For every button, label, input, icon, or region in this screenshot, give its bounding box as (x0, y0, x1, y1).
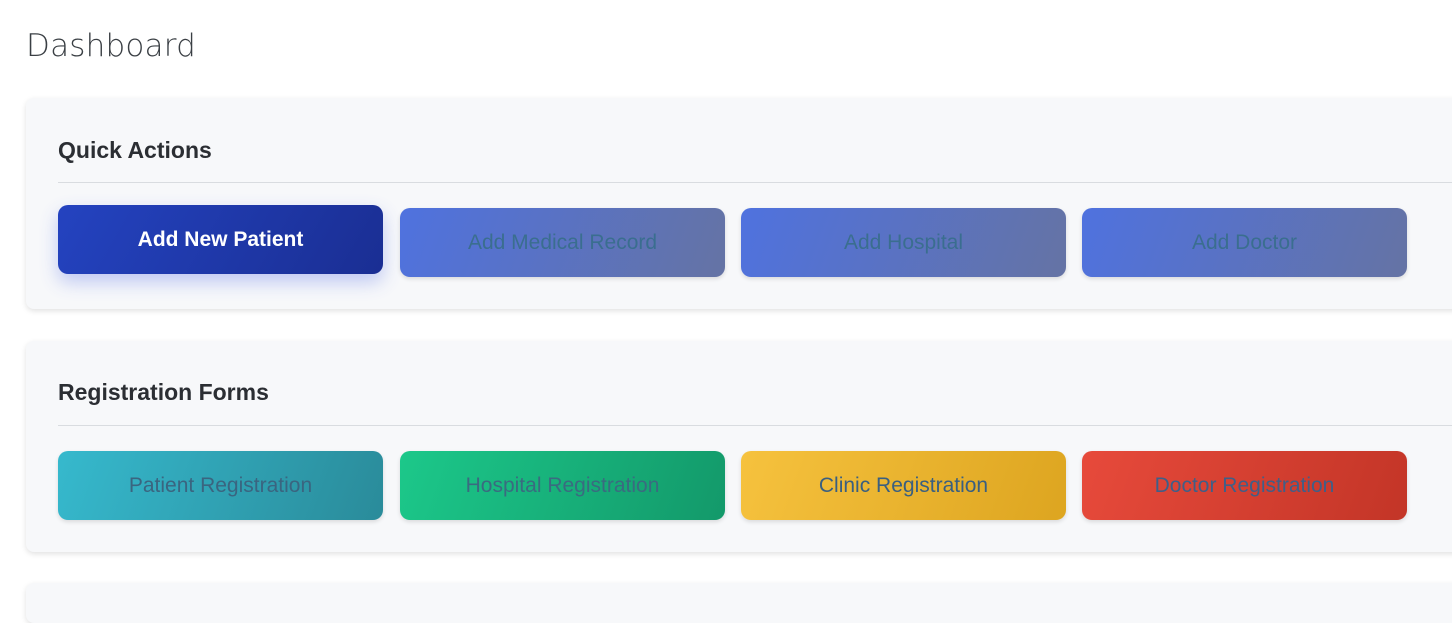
page-title: Dashboard (26, 28, 196, 64)
registration-forms-title: Registration Forms (58, 379, 269, 405)
registration-forms-card: Registration Forms Patient Registration … (26, 341, 1452, 552)
clinic-registration-button[interactable]: Clinic Registration (741, 451, 1066, 520)
add-hospital-label: Add Hospital (843, 230, 964, 254)
add-hospital-button[interactable]: Add Hospital (741, 208, 1066, 277)
quick-actions-title: Quick Actions (58, 137, 212, 163)
add-doctor-button[interactable]: Add Doctor (1082, 208, 1407, 277)
next-section-card (26, 583, 1452, 623)
hospital-registration-label: Hospital Registration (465, 473, 660, 497)
add-new-patient-button[interactable]: Add New Patient (58, 205, 383, 274)
patient-registration-button[interactable]: Patient Registration (58, 451, 383, 520)
clinic-registration-label: Clinic Registration (818, 473, 989, 497)
hospital-registration-button[interactable]: Hospital Registration (400, 451, 725, 520)
add-medical-record-button[interactable]: Add Medical Record (400, 208, 725, 277)
add-medical-record-label: Add Medical Record (467, 230, 658, 254)
quick-actions-divider (58, 182, 1452, 183)
quick-actions-card: Quick Actions Add New Patient Add Medica… (26, 98, 1452, 309)
patient-registration-label: Patient Registration (128, 473, 313, 497)
doctor-registration-button[interactable]: Doctor Registration (1082, 451, 1407, 520)
add-new-patient-label: Add New Patient (137, 227, 304, 251)
registration-forms-divider (58, 425, 1452, 426)
doctor-registration-label: Doctor Registration (1154, 473, 1335, 497)
add-doctor-label: Add Doctor (1191, 230, 1298, 254)
